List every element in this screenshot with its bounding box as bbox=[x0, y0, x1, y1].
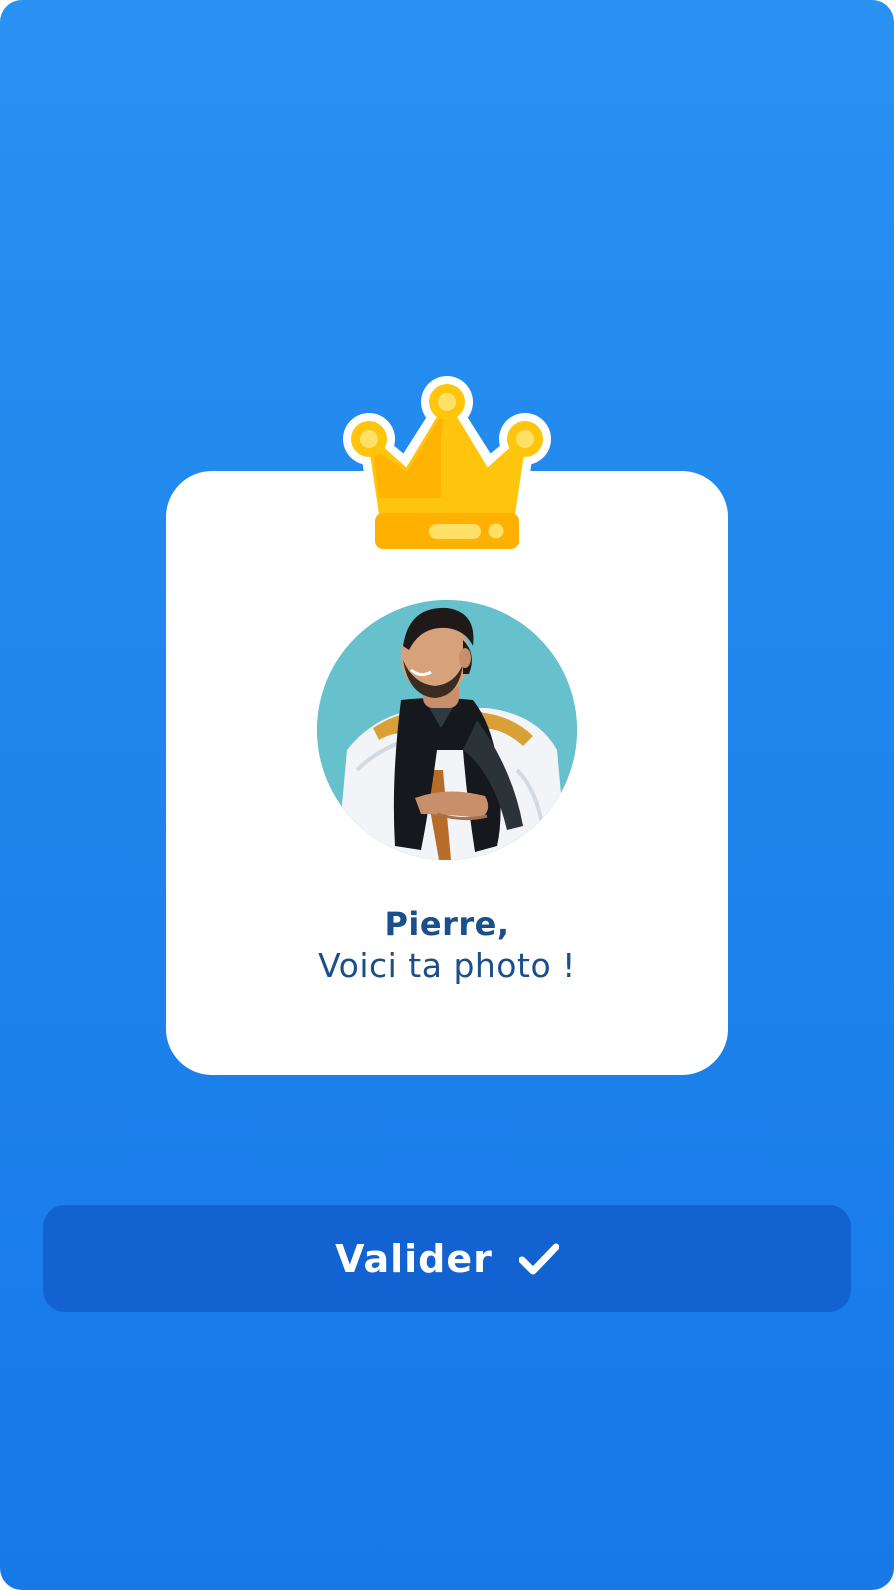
user-name: Pierre, bbox=[384, 905, 510, 943]
photo-confirmation-screen: Pierre, Voici ta photo ! Valider bbox=[0, 0, 894, 1590]
validate-button-label: Valider bbox=[335, 1236, 493, 1281]
crown-icon bbox=[339, 376, 555, 556]
photo-message: Voici ta photo ! bbox=[318, 946, 576, 985]
profile-photo bbox=[317, 600, 577, 860]
check-icon bbox=[518, 1243, 559, 1275]
validate-button[interactable]: Valider bbox=[43, 1205, 851, 1312]
